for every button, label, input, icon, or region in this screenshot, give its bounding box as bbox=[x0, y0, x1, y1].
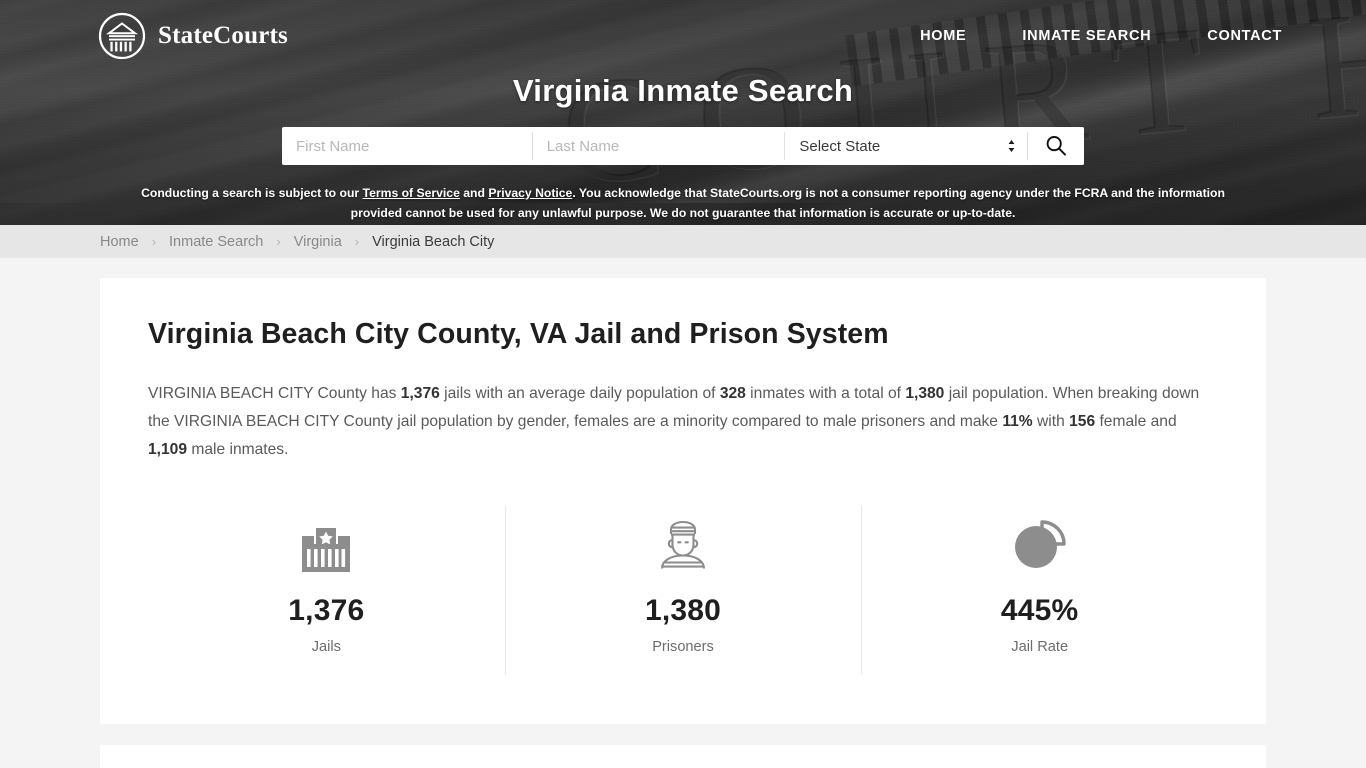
disclaimer-text-2: and bbox=[459, 186, 489, 200]
search-disclaimer: Conducting a search is subject to our Te… bbox=[123, 183, 1243, 223]
stat-jail-rate: 445% Jail Rate bbox=[861, 504, 1218, 677]
county-overview-card: Virginia Beach City County, VA Jail and … bbox=[100, 278, 1266, 724]
magnifier-icon bbox=[1044, 134, 1068, 158]
nav-link-home[interactable]: HOME bbox=[920, 28, 966, 44]
nav-link-inmate-search[interactable]: INMATE SEARCH bbox=[1022, 28, 1151, 44]
disclaimer-text-1: Conducting a search is subject to our bbox=[141, 186, 363, 200]
breadcrumb-item-current: Virginia Beach City bbox=[372, 233, 495, 250]
breadcrumb-bar: Home › Inmate Search › Virginia › Virgin… bbox=[0, 225, 1366, 258]
desc-female-percent: 11% bbox=[1002, 413, 1033, 430]
stat-value-jail-rate: 445% bbox=[1000, 594, 1079, 627]
last-name-input[interactable] bbox=[532, 127, 785, 165]
next-section-card bbox=[100, 745, 1266, 768]
select-chevrons-icon bbox=[1006, 137, 1017, 155]
desc-male-count: 1,109 bbox=[148, 441, 188, 458]
stat-jails: 1,376 Jails bbox=[148, 504, 505, 677]
stat-label-prisoners: Prisoners bbox=[652, 639, 714, 655]
desc-text: male inmates. bbox=[187, 441, 289, 458]
stat-value-prisoners: 1,380 bbox=[644, 594, 722, 627]
first-name-input[interactable] bbox=[282, 127, 532, 165]
desc-daily-population: 328 bbox=[719, 385, 746, 402]
chevron-right-icon: › bbox=[276, 234, 281, 249]
chevron-right-icon: › bbox=[354, 234, 360, 249]
stat-prisoners: 1,380 Prisoners bbox=[504, 504, 862, 677]
desc-total-population: 1,380 bbox=[905, 385, 945, 402]
terms-of-service-link[interactable]: Terms of Service bbox=[363, 186, 460, 200]
brand-logo-link[interactable]: StateCourts bbox=[98, 12, 288, 60]
site-header: StateCourts HOME INMATE SEARCH CONTACT bbox=[0, 0, 1366, 72]
jail-bars-badge-icon bbox=[148, 512, 505, 578]
hero-banner: COURT HOUSE bbox=[0, 0, 1366, 225]
inmate-search-form: Select State bbox=[282, 127, 1084, 165]
prisoner-person-icon bbox=[505, 512, 862, 578]
stat-label-jail-rate: Jail Rate bbox=[1011, 639, 1069, 655]
nav-link-contact[interactable]: CONTACT bbox=[1207, 28, 1282, 44]
page-title: Virginia Inmate Search bbox=[512, 73, 854, 108]
desc-text: jails with an average daily population o… bbox=[439, 385, 720, 402]
desc-female-count: 156 bbox=[1069, 413, 1096, 430]
brand-name: StateCourts bbox=[158, 22, 288, 49]
stat-label-jails: Jails bbox=[311, 639, 341, 655]
county-heading: Virginia Beach City County, VA Jail and … bbox=[148, 318, 889, 350]
desc-text: with bbox=[1032, 413, 1070, 430]
pie-chart-icon bbox=[861, 512, 1218, 578]
county-description: VIRGINIA BEACH CITY County has 1,376 jai… bbox=[148, 380, 1210, 464]
desc-text: inmates with a total of bbox=[745, 385, 906, 402]
desc-text: VIRGINIA BEACH CITY County has bbox=[148, 385, 401, 402]
page-body: Virginia Beach City County, VA Jail and … bbox=[0, 258, 1366, 768]
statistics-row: 1,376 Jails 1,380 Prisoners 445% Jail Ra… bbox=[148, 504, 1218, 677]
privacy-notice-link[interactable]: Privacy Notice bbox=[488, 186, 572, 200]
stat-value-jails: 1,376 bbox=[288, 594, 365, 627]
chevron-right-icon: › bbox=[151, 234, 157, 249]
breadcrumb-item-inmate-search[interactable]: Inmate Search bbox=[169, 234, 263, 250]
breadcrumb-item-home[interactable]: Home bbox=[100, 234, 139, 250]
breadcrumb: Home › Inmate Search › Virginia › Virgin… bbox=[100, 234, 494, 250]
desc-jails-count: 1,376 bbox=[400, 385, 440, 402]
courthouse-circle-logo-icon bbox=[98, 12, 146, 60]
search-submit-button[interactable] bbox=[1028, 127, 1084, 165]
desc-text: female and bbox=[1095, 413, 1177, 430]
state-select[interactable]: Select State bbox=[785, 127, 1027, 165]
state-select-value: Select State bbox=[799, 137, 881, 155]
breadcrumb-item-virginia[interactable]: Virginia bbox=[294, 234, 342, 250]
main-navigation: HOME INMATE SEARCH CONTACT bbox=[920, 28, 1282, 44]
